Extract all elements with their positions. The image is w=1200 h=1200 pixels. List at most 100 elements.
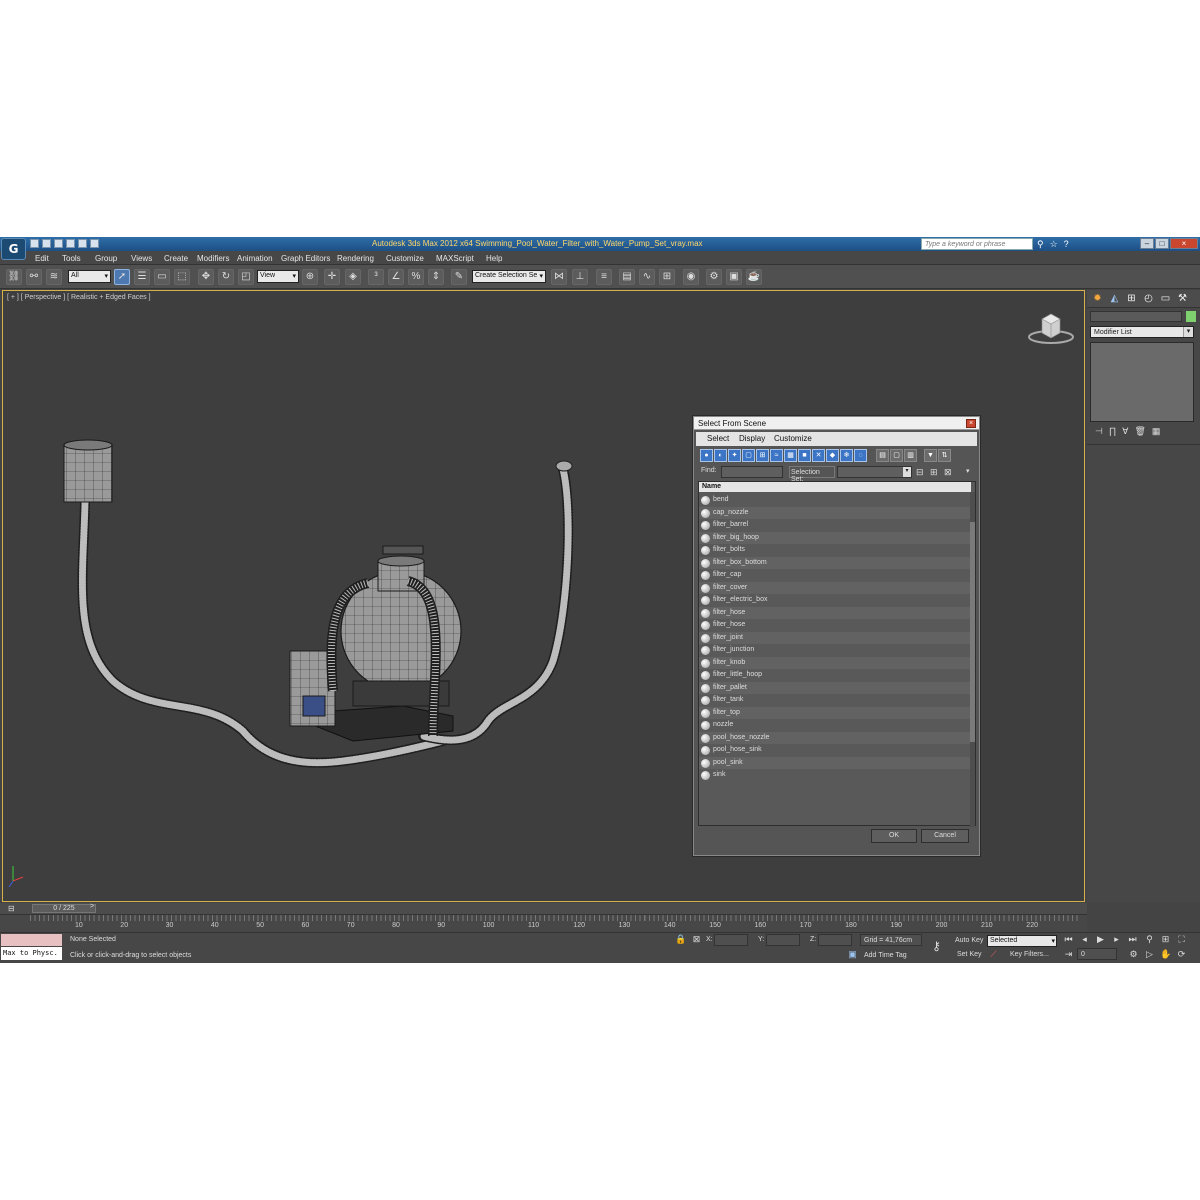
display-geometry-icon[interactable]: ● [700, 449, 713, 462]
save-file-icon[interactable] [54, 239, 63, 248]
display-hidden-icon[interactable]: ◌ [854, 449, 867, 462]
modifier-list-dropdown[interactable]: Modifier List ▾ [1090, 326, 1194, 338]
list-item[interactable]: filter_junction [699, 644, 971, 656]
menu-rendering[interactable]: Rendering [337, 254, 374, 263]
schematic-view-icon[interactable]: ⊞ [659, 269, 675, 285]
make-unique-icon[interactable]: ∀ [1122, 426, 1128, 442]
redo-icon[interactable] [78, 239, 87, 248]
display-tab-icon[interactable]: ▭ [1159, 293, 1172, 305]
minimize-button[interactable]: – [1140, 238, 1154, 249]
help-icon[interactable]: ? [1064, 239, 1069, 250]
previous-frame-icon[interactable]: ◂ [1079, 934, 1090, 945]
current-frame-field[interactable]: 0 [1077, 948, 1117, 960]
project-folder-icon[interactable] [90, 239, 99, 248]
key-mode-toggle-icon[interactable]: ⇥ [1063, 949, 1074, 960]
display-bones-icon[interactable]: ✕ [812, 449, 825, 462]
next-frame-icon[interactable]: ▸ [1111, 934, 1122, 945]
move-icon[interactable]: ✥ [198, 269, 214, 285]
z-coordinate-field[interactable] [818, 934, 852, 946]
cancel-button[interactable]: Cancel [921, 829, 969, 843]
motion-tab-icon[interactable]: ◴ [1142, 293, 1155, 305]
unlink-icon[interactable]: ⚯ [26, 269, 42, 285]
open-file-icon[interactable] [42, 239, 51, 248]
set-key-icon[interactable]: ⟋ [988, 949, 999, 960]
new-file-icon[interactable] [30, 239, 39, 248]
list-item[interactable]: cap_nozzle [699, 506, 971, 519]
set-key-button[interactable]: Set Key [957, 951, 982, 958]
time-slider[interactable]: ⊟ 0 / 225 > [0, 903, 1087, 914]
list-item[interactable]: filter_top [699, 706, 971, 719]
list-item[interactable]: filter_pallet [699, 681, 971, 694]
curve-editor-icon[interactable]: ∿ [639, 269, 655, 285]
absolute-mode-icon[interactable]: ⊠ [691, 934, 702, 945]
orbit-icon[interactable]: ⟳ [1176, 949, 1187, 960]
bind-space-warp-icon[interactable]: ≋ [46, 269, 62, 285]
modifier-stack[interactable] [1090, 342, 1194, 422]
list-item[interactable]: filter_box_bottom [699, 556, 971, 569]
track-bar[interactable]: 10 20 30 40 50 60 70 80 90 100 110 120 130 140 150 160 1… [0, 914, 1087, 932]
maxscript-listener-input[interactable]: Max to Physc. [1, 947, 62, 960]
list-item[interactable]: filter_big_hoop [699, 531, 971, 544]
perspective-viewport[interactable]: [ + ] [ Perspective ] [ Realistic + Edge… [2, 290, 1085, 902]
key-mode-icon[interactable]: ⚷ [931, 940, 942, 952]
menu-modifiers[interactable]: Modifiers [197, 254, 229, 263]
time-slider-thumb[interactable]: 0 / 225 [32, 904, 96, 913]
list-item[interactable]: filter_joint [699, 631, 971, 644]
list-item[interactable]: filter_knob [699, 656, 971, 669]
edit-named-selection-icon[interactable]: ✎ [451, 269, 467, 285]
render-production-icon[interactable]: ☕ [746, 269, 762, 285]
list-item[interactable]: filter_bolts [699, 544, 971, 556]
list-item[interactable]: nozzle [699, 719, 971, 731]
x-coordinate-field[interactable] [714, 934, 748, 946]
time-config-icon[interactable]: ⚙ [1128, 949, 1139, 960]
menu-animation[interactable]: Animation [237, 254, 273, 263]
list-item[interactable]: filter_barrel [699, 519, 971, 531]
material-editor-icon[interactable]: ◉ [683, 269, 699, 285]
menu-graph-editors[interactable]: Graph Editors [281, 254, 330, 263]
rect-selection-icon[interactable]: ▭ [154, 269, 170, 285]
add-time-tag-label[interactable]: Add Time Tag [864, 952, 907, 959]
display-none-icon[interactable]: ▢ [890, 449, 903, 462]
menu-create[interactable]: Create [164, 254, 188, 263]
layer-manager-icon[interactable]: ≡ [596, 269, 612, 285]
time-slider-next-icon[interactable]: > [90, 903, 94, 910]
maximize-button[interactable]: □ [1155, 238, 1169, 249]
object-name-field[interactable] [1090, 311, 1182, 322]
dialog-close-button[interactable]: × [966, 419, 976, 428]
zoom-all-icon[interactable]: ⊞ [1160, 934, 1171, 945]
go-to-end-icon[interactable]: ⏭ [1127, 934, 1138, 945]
menu-views[interactable]: Views [131, 254, 152, 263]
go-to-start-icon[interactable]: ⏮ [1063, 934, 1074, 945]
star-icon[interactable]: ☆ [1050, 239, 1058, 250]
snaps-toggle-icon[interactable]: ³ [368, 269, 384, 285]
pin-stack-icon[interactable]: ⊣ [1095, 426, 1103, 442]
pan-icon[interactable]: ✋ [1160, 949, 1171, 960]
display-lights-icon[interactable]: ✦ [728, 449, 741, 462]
find-input[interactable] [721, 466, 783, 478]
undo-icon[interactable] [66, 239, 75, 248]
selection-set-dropdown[interactable]: ▾ [837, 466, 912, 478]
hierarchy-tab-icon[interactable]: ⊞ [1125, 293, 1138, 305]
spinner-snap-icon[interactable]: ⇕ [428, 269, 444, 285]
create-set-icon[interactable]: ⊞ [930, 466, 941, 478]
list-item[interactable]: pool_hose_sink [699, 744, 971, 756]
reference-coord-dropdown[interactable]: View ▾ [257, 270, 299, 283]
select-object-icon[interactable]: ➚ [114, 269, 130, 285]
keyboard-shortcut-icon[interactable]: ◈ [345, 269, 361, 285]
menu-tools[interactable]: Tools [62, 254, 81, 263]
create-tab-icon[interactable]: ✹ [1091, 293, 1104, 305]
configure-sets-icon[interactable]: ▦ [1152, 426, 1161, 442]
filter-icon[interactable]: ▼ [924, 449, 937, 462]
y-coordinate-field[interactable] [766, 934, 800, 946]
selection-filter-dropdown[interactable]: All ▾ [68, 270, 111, 283]
list-item[interactable]: pool_sink [699, 756, 971, 769]
link-icon[interactable]: ⛓ [6, 269, 22, 285]
binoculars-icon[interactable]: ⚲ [1037, 239, 1044, 250]
angle-snap-icon[interactable]: ∠ [388, 269, 404, 285]
search-input[interactable]: Type a keyword or phrase [921, 238, 1033, 250]
expand-chevron-icon[interactable]: ▾ [966, 466, 977, 478]
list-item[interactable]: filter_little_hoop [699, 669, 971, 681]
list-item[interactable]: sink [699, 769, 971, 781]
menu-group[interactable]: Group [95, 254, 117, 263]
select-by-name-icon[interactable]: ☰ [134, 269, 150, 285]
